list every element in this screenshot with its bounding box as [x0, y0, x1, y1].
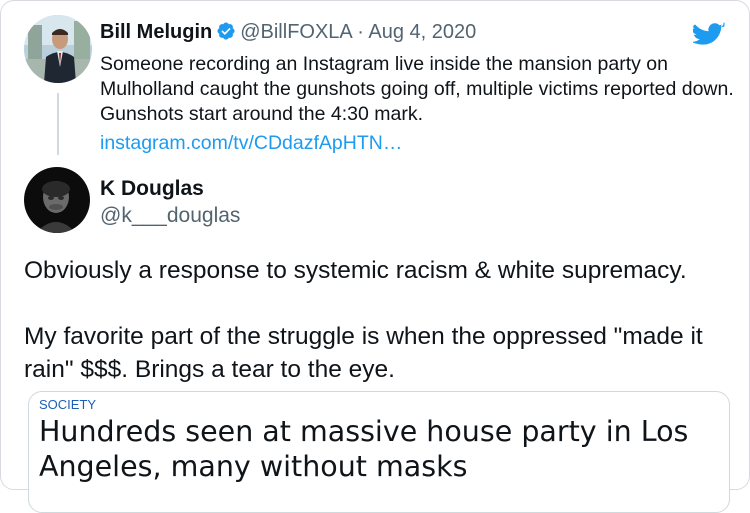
avatar-k-douglas[interactable]: [24, 167, 90, 233]
quoted-tweet-header: Bill Melugin @BillFOXLA · Aug 4, 2020: [100, 21, 476, 47]
link-card-category: SOCIETY: [39, 397, 97, 412]
meta-separator: ·: [357, 21, 364, 43]
link-preview-card[interactable]: SOCIETY Hundreds seen at massive house p…: [28, 391, 730, 513]
quoted-tweet-link[interactable]: instagram.com/tv/CDdazfApHTN…: [100, 132, 402, 155]
quoted-author-name[interactable]: Bill Melugin: [100, 21, 212, 43]
reply-author-name[interactable]: K Douglas: [100, 177, 204, 201]
avatar-bill-melugin[interactable]: [24, 15, 92, 83]
reply-paragraph-1: Obviously a response to systemic racism …: [24, 257, 687, 284]
quoted-date[interactable]: Aug 4, 2020: [368, 21, 476, 43]
reply-tweet-text: Obviously a response to systemic racism …: [24, 254, 739, 386]
reply-handle[interactable]: @k___douglas: [100, 204, 240, 228]
verified-badge-icon: [216, 21, 236, 47]
twitter-bird-icon[interactable]: [690, 21, 725, 53]
reply-paragraph-2: My favorite part of the struggle is when…: [24, 323, 703, 383]
quoted-tweet-text: Someone recording an Instagram live insi…: [100, 53, 734, 125]
link-card-headline[interactable]: Hundreds seen at massive house party in …: [39, 414, 719, 484]
tweet-card: Bill Melugin @BillFOXLA · Aug 4, 2020 Som…: [0, 0, 750, 513]
quoted-handle[interactable]: @BillFOXLA: [240, 21, 351, 43]
thread-connector-line: [57, 93, 59, 155]
